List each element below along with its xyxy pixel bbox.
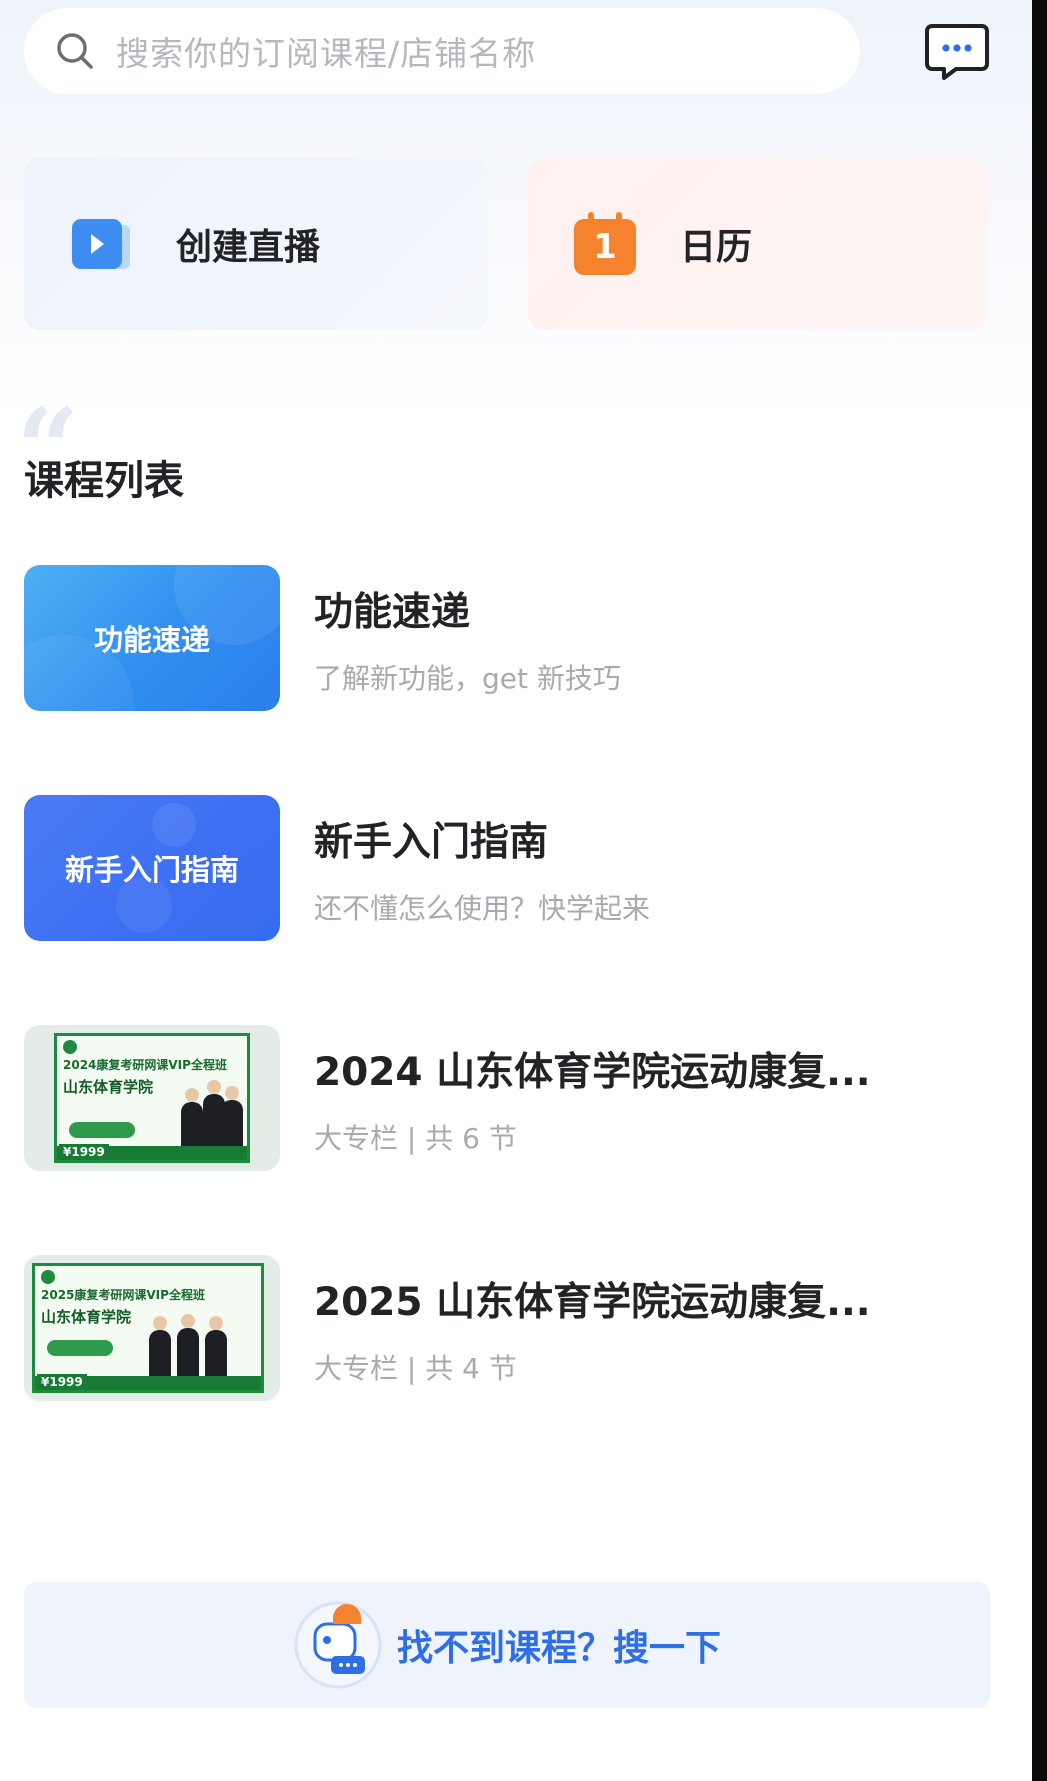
poster-image: 2025康复考研网课VIP全程班 山东体育学院 ¥1999 (32, 1263, 264, 1393)
robot-assistant-icon (294, 1601, 382, 1689)
course-item[interactable]: 新手入门指南 新手入门指南 还不懂怎么使用？快学起来 (24, 795, 984, 941)
poster-person-head (153, 1316, 167, 1330)
course-item[interactable]: 2025康复考研网课VIP全程班 山东体育学院 ¥1999 2025 山东体育学… (24, 1255, 984, 1401)
screen-edge (1032, 0, 1047, 1781)
course-thumbnail: 功能速递 (24, 565, 280, 711)
search-placeholder: 搜索你的订阅课程/店铺名称 (116, 34, 537, 73)
poster-headline: 2025康复考研网课VIP全程班 (41, 1288, 205, 1302)
thumbnail-text: 新手入门指南 (64, 853, 239, 887)
course-item[interactable]: 功能速递 功能速递 了解新功能，get 新技巧 (24, 565, 984, 711)
course-page: 搜索你的订阅课程/店铺名称 创建直播 1 日历 “ 课程列表 功能速递 功能速递… (0, 0, 1047, 1781)
message-icon[interactable] (924, 22, 990, 82)
create-live-card[interactable]: 创建直播 (24, 158, 488, 330)
calendar-label: 日历 (680, 227, 753, 268)
poster-tag (69, 1122, 135, 1138)
calendar-card[interactable]: 1 日历 (528, 158, 988, 330)
search-bar[interactable]: 搜索你的订阅课程/店铺名称 (24, 8, 860, 94)
poster-school: 山东体育学院 (41, 1308, 132, 1326)
course-subtitle: 大专栏 | 共 6 节 (314, 1122, 517, 1155)
calendar-day: 1 (593, 227, 617, 267)
course-title: 新手入门指南 (314, 820, 549, 865)
course-subtitle: 还不懂怎么使用？快学起来 (314, 892, 651, 925)
course-title: 功能速递 (314, 590, 471, 635)
poster-headline: 2024康复考研网课VIP全程班 (63, 1058, 227, 1072)
create-live-label: 创建直播 (176, 227, 321, 268)
poster-person-head (181, 1314, 195, 1328)
live-video-icon (72, 219, 130, 269)
poster-person-head (209, 1316, 223, 1330)
poster-tag (47, 1340, 113, 1356)
poster-school: 山东体育学院 (63, 1078, 154, 1096)
course-title: 2025 山东体育学院运动康复... (314, 1280, 871, 1325)
section-title: 课程列表 (24, 458, 184, 504)
search-help-button[interactable]: 找不到课程？搜一下 (24, 1582, 990, 1708)
course-thumbnail: 新手入门指南 (24, 795, 280, 941)
search-help-text: 找不到课程？搜一下 (396, 1628, 721, 1669)
course-item[interactable]: 2024康复考研网课VIP全程班 山东体育学院 ¥1999 2024 山东体育学… (24, 1025, 984, 1171)
poster-person-head (185, 1088, 199, 1102)
thumbnail-text: 功能速递 (93, 623, 210, 657)
poster-person-head (225, 1086, 239, 1100)
poster-price: ¥1999 (37, 1374, 87, 1390)
poster-logo-icon (41, 1270, 55, 1284)
course-thumbnail: 2025康复考研网课VIP全程班 山东体育学院 ¥1999 (24, 1255, 280, 1401)
course-subtitle: 了解新功能，get 新技巧 (314, 662, 621, 695)
course-subtitle: 大专栏 | 共 4 节 (314, 1352, 517, 1385)
search-icon (57, 33, 93, 69)
poster-image: 2024康复考研网课VIP全程班 山东体育学院 ¥1999 (54, 1033, 250, 1163)
course-title: 2024 山东体育学院运动康复... (314, 1050, 871, 1095)
poster-price: ¥1999 (59, 1144, 109, 1160)
poster-logo-icon (63, 1040, 77, 1054)
calendar-icon: 1 (570, 209, 640, 279)
course-thumbnail: 2024康复考研网课VIP全程班 山东体育学院 ¥1999 (24, 1025, 280, 1171)
poster-person-head (207, 1080, 221, 1094)
